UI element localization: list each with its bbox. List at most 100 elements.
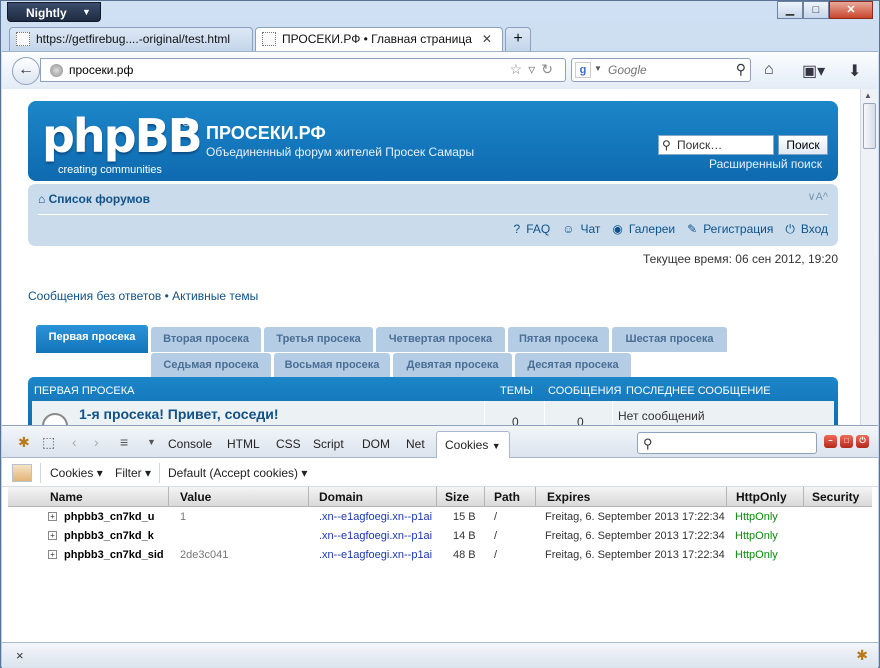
column-divider[interactable]: [535, 487, 536, 507]
dropdown-icon[interactable]: ▿: [528, 61, 541, 77]
scrollbar-thumb[interactable]: [863, 103, 876, 149]
forum-nav-links: ? FAQ ☺ Чат ◉ Галереи ✎ Регистрация ⏻ Вход: [502, 222, 828, 237]
cookie-row[interactable]: + phpbb3_cn7kd_k .xn--e1agfoegi.xn--p1ai…: [8, 527, 872, 546]
search-icon[interactable]: ⚲: [736, 61, 746, 78]
logo-registered: ®: [182, 115, 191, 129]
col-size[interactable]: Size: [445, 490, 469, 504]
menu-icon[interactable]: ≡: [120, 434, 128, 450]
cookie-row[interactable]: + phpbb3_cn7kd_u 1 .xn--e1agfoegi.xn--p1…: [8, 508, 872, 527]
col-expires[interactable]: Expires: [547, 490, 590, 504]
forum-tab-6[interactable]: Шестая просека: [612, 327, 727, 352]
forum-tab-10[interactable]: Десятая просека: [515, 353, 631, 378]
forum-title-link[interactable]: 1-я просека! Привет, соседи!: [79, 406, 279, 422]
cookie-domain: .xn--e1agfoegi.xn--p1ai: [319, 530, 433, 542]
column-divider[interactable]: [308, 487, 309, 507]
tab-console[interactable]: Console: [168, 437, 212, 451]
detach-panel-button[interactable]: □: [840, 435, 853, 448]
navigation-toolbar: ← ☆▿↻ g ▼ ⚲ ⌂ ▣▾ ⬇: [2, 51, 878, 89]
col-domain[interactable]: Domain: [319, 490, 363, 504]
gallery-link[interactable]: ◉ Галереи: [606, 222, 675, 237]
close-window-button[interactable]: ✕: [829, 1, 873, 19]
tab-net[interactable]: Net: [406, 437, 425, 451]
forum-tab-2[interactable]: Вторая просека: [151, 327, 261, 352]
star-icon[interactable]: ☆: [510, 61, 529, 77]
forum-tab-9[interactable]: Девятая просека: [393, 353, 512, 378]
chevron-down-icon[interactable]: ▼: [147, 437, 156, 447]
col-path[interactable]: Path: [494, 490, 520, 504]
column-divider[interactable]: [484, 487, 485, 507]
expand-icon[interactable]: +: [48, 550, 57, 559]
chevron-left-icon[interactable]: ‹: [72, 434, 77, 450]
forum-tab-1[interactable]: Первая просека: [36, 325, 148, 353]
filter-menu-button[interactable]: Filter ▾: [115, 466, 151, 480]
forum-list-link[interactable]: ⌂ Список форумов: [38, 192, 150, 206]
minimize-button[interactable]: ▁: [777, 1, 803, 19]
forum-tab-3[interactable]: Третья просека: [264, 327, 373, 352]
register-link[interactable]: ✎ Регистрация: [681, 222, 773, 237]
search-input[interactable]: [608, 63, 718, 77]
bookmarks-icon[interactable]: ▣▾: [802, 61, 825, 81]
advanced-search-link[interactable]: Расширенный поиск: [709, 157, 822, 171]
url-bar[interactable]: ☆▿↻: [40, 58, 566, 82]
forum-search-input[interactable]: ⚲ Поиск…: [658, 135, 774, 155]
home-icon[interactable]: ⌂: [764, 61, 774, 79]
font-size-control[interactable]: ∨A^: [807, 190, 828, 203]
tab-css[interactable]: CSS: [276, 437, 301, 451]
firebug-icon[interactable]: ✱: [18, 434, 30, 451]
faq-link[interactable]: ? FAQ: [508, 222, 551, 237]
forum-tab-7[interactable]: Седьмая просека: [151, 353, 271, 378]
cookie-row[interactable]: + phpbb3_cn7kd_sid 2de3c041 .xn--e1agfoe…: [8, 546, 872, 565]
scroll-up-icon[interactable]: ▲: [864, 91, 872, 100]
forum-tab-8[interactable]: Восьмая просека: [274, 353, 390, 378]
column-divider[interactable]: [436, 487, 437, 507]
chat-link[interactable]: ☺ Чат: [556, 222, 600, 237]
firebug-search-input[interactable]: ⚲: [637, 432, 817, 454]
page-scrollbar[interactable]: ▲: [860, 89, 878, 425]
expand-icon[interactable]: +: [48, 531, 57, 540]
tab-test-html[interactable]: https://getfirebug....-original/test.htm…: [9, 27, 253, 51]
tab-html[interactable]: HTML: [227, 437, 260, 451]
col-security[interactable]: Security: [812, 490, 859, 504]
close-panel-button[interactable]: ⏻: [856, 435, 869, 448]
close-icon[interactable]: ×: [16, 648, 24, 663]
download-icon[interactable]: ⬇: [848, 61, 861, 81]
col-name[interactable]: Name: [50, 490, 83, 504]
cookie-icon[interactable]: [12, 464, 32, 482]
search-bar[interactable]: g ▼ ⚲: [571, 58, 751, 82]
cookie-path: /: [494, 549, 498, 561]
firebug-icon[interactable]: ✱: [856, 647, 868, 664]
expand-icon[interactable]: +: [48, 512, 57, 521]
minimize-panel-button[interactable]: –: [824, 435, 837, 448]
tab-proseki[interactable]: ПРОСЕКИ.РФ • Главная страница ✕: [255, 27, 503, 51]
column-divider[interactable]: [168, 487, 169, 507]
chevron-down-icon[interactable]: ▼: [594, 64, 602, 73]
browser-window: Nightly ▼ ▁ □ ✕ https://getfirebug....-o…: [0, 0, 880, 668]
tab-cookies[interactable]: Cookies ▼: [436, 431, 510, 458]
col-value[interactable]: Value: [180, 490, 211, 504]
cookie-size: 15 B: [453, 511, 476, 523]
default-policy-button[interactable]: Default (Accept cookies) ▾: [168, 466, 307, 480]
reload-icon[interactable]: ↻: [541, 61, 559, 77]
app-menu-button[interactable]: Nightly ▼: [7, 2, 101, 22]
back-button[interactable]: ←: [12, 57, 40, 85]
google-icon[interactable]: g: [575, 62, 591, 78]
tab-dom[interactable]: DOM: [362, 437, 390, 451]
close-tab-icon[interactable]: ✕: [482, 32, 492, 46]
forum-tab-5[interactable]: Пятая просека: [508, 327, 609, 352]
quick-links[interactable]: Сообщения без ответов • Активные темы: [28, 289, 258, 303]
column-divider[interactable]: [726, 487, 727, 507]
col-httponly[interactable]: HttpOnly: [736, 490, 787, 504]
login-link[interactable]: ⏻ Вход: [779, 222, 828, 237]
maximize-button[interactable]: □: [803, 1, 829, 19]
tab-script[interactable]: Script: [313, 437, 344, 451]
chevron-right-icon[interactable]: ›: [94, 434, 99, 450]
new-tab-button[interactable]: +: [505, 27, 531, 51]
url-input[interactable]: [69, 62, 489, 78]
forum-search-button[interactable]: Поиск: [778, 135, 828, 155]
phpbb-logo[interactable]: phpBB: [42, 113, 203, 159]
tab-label: ПРОСЕКИ.РФ • Главная страница: [282, 32, 472, 46]
inspect-icon[interactable]: ⬚: [42, 434, 55, 451]
cookies-menu-button[interactable]: Cookies ▾: [50, 466, 103, 480]
column-divider[interactable]: [803, 487, 804, 507]
forum-tab-4[interactable]: Четвертая просека: [376, 327, 505, 352]
